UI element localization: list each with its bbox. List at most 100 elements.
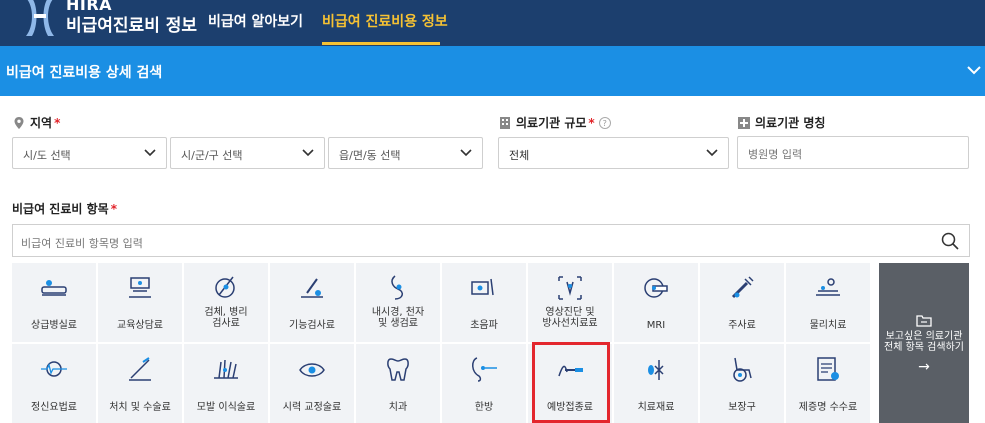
tile-function-test[interactable]: 기능검사료 <box>270 263 354 342</box>
sigungu-select[interactable]: 시/군/구 선택 <box>170 137 325 169</box>
institution-size-label-text: 의료기관 규모 <box>516 116 587 130</box>
material-icon <box>648 360 664 380</box>
bed-icon <box>41 280 67 296</box>
tile-label: MRI <box>646 320 666 331</box>
tile-vision-correction[interactable]: 시력 교정술료 <box>270 344 354 423</box>
items-search-placeholder: 비급여 진료비 항목명 입력 <box>21 237 143 250</box>
tile-education[interactable]: 교육상담료 <box>98 263 182 342</box>
chevron-down-icon <box>706 149 718 157</box>
tile-label: 보장구 <box>728 402 756 413</box>
institution-size-label: 의료기관 규모 * ? <box>498 114 611 131</box>
region-label-text: 지역 <box>30 116 53 130</box>
eye-icon <box>299 363 325 377</box>
required-mark: * <box>110 201 117 216</box>
tile-certificate-fee[interactable]: 제증명 수수료 <box>786 344 870 423</box>
nav-active-underline <box>322 42 440 45</box>
tile-label: 예방접종료 <box>547 402 593 413</box>
building-icon <box>500 116 510 129</box>
tile-label: 주사료 <box>728 320 756 331</box>
tile-dental[interactable]: 치과 <box>356 344 440 423</box>
location-pin-icon <box>14 116 24 129</box>
tile-oriental-medicine[interactable]: 한방 <box>442 344 526 423</box>
hair-icon <box>214 359 238 379</box>
sigungu-select-value: 시/군/구 선택 <box>181 149 243 162</box>
certificate-icon <box>817 357 839 381</box>
tile-psychotherapy[interactable]: 정신요법료 <box>12 344 96 423</box>
tile-assistive-device[interactable]: 보장구 <box>700 344 784 423</box>
tile-surgery[interactable]: 처치 및 수술료 <box>98 344 182 423</box>
tile-label: 치료재료 <box>637 402 675 413</box>
acupuncture-icon <box>472 357 497 382</box>
eupmyeondong-select[interactable]: 읍/면/동 선택 <box>328 137 483 169</box>
help-icon[interactable]: ? <box>598 116 611 129</box>
syringe-icon <box>731 276 754 299</box>
chevron-down-icon <box>144 149 156 157</box>
search-icon[interactable] <box>941 232 959 250</box>
detail-search-title: 비급여 진료비용 상세 검색 <box>6 65 163 81</box>
physical-therapy-icon <box>816 278 840 296</box>
items-label: 비급여 진료비 항목 * <box>12 200 117 217</box>
tile-label: 정신요법료 <box>31 402 77 413</box>
brain-wave-icon <box>41 361 67 377</box>
institution-name-input[interactable]: 병원명 입력 <box>737 136 969 169</box>
folder-icon <box>916 315 932 327</box>
tile-label: 영상진단 및 방사선치료료 <box>542 307 598 329</box>
nav-item-cost-info[interactable]: 비급여 진료비용 정보 <box>322 11 448 31</box>
nav-item-about[interactable]: 비급여 알아보기 <box>208 11 303 31</box>
tile-label: 물리치료 <box>809 320 847 331</box>
institution-name-label-text: 의료기관 명칭 <box>755 116 826 130</box>
tile-label: 치과 <box>388 402 408 413</box>
full-search-text: 보고싶은 의료기관 전체 항목 검색하기 <box>884 331 964 353</box>
tile-treatment-material[interactable]: 치료재료 <box>614 344 698 423</box>
imaging-icon <box>558 276 582 300</box>
tile-label: 기능검사료 <box>289 320 335 331</box>
tile-label: 교육상담료 <box>117 320 163 331</box>
hospital-sign-icon <box>738 116 750 129</box>
tile-label: 초음파 <box>470 320 498 331</box>
required-mark: * <box>54 115 61 130</box>
tile-label: 시력 교정술료 <box>282 402 342 413</box>
hira-logo-icon <box>26 0 54 36</box>
mri-icon <box>644 278 668 298</box>
chevron-down-icon <box>302 149 314 157</box>
tile-room-fee[interactable]: 상급병실료 <box>12 263 96 342</box>
specimen-icon <box>215 276 235 298</box>
items-search-input[interactable]: 비급여 진료비 항목명 입력 <box>12 224 970 257</box>
tile-imaging[interactable]: 영상진단 및 방사선치료료 <box>528 263 612 342</box>
tile-mri[interactable]: MRI <box>614 263 698 342</box>
detail-search-toggle[interactable]: 비급여 진료비용 상세 검색 <box>0 46 985 96</box>
tile-endoscope[interactable]: 내시경, 천자 및 생검료 <box>356 263 440 342</box>
items-label-text: 비급여 진료비 항목 <box>12 202 109 216</box>
tile-ultrasound[interactable]: 초음파 <box>442 263 526 342</box>
tile-vaccination[interactable]: 예방접종료 <box>528 344 612 423</box>
scalpel-icon <box>129 357 151 381</box>
full-search-button[interactable]: 보고싶은 의료기관 전체 항목 검색하기 → <box>879 263 969 423</box>
tile-injection[interactable]: 주사료 <box>700 263 784 342</box>
institution-name-label: 의료기관 명칭 <box>737 114 825 131</box>
region-label: 지역 * <box>12 114 60 131</box>
sido-select-value: 시/도 선택 <box>23 149 71 162</box>
tile-specimen[interactable]: 검체, 병리 검사료 <box>184 263 268 342</box>
tile-label: 상급병실료 <box>31 320 77 331</box>
tile-label: 제증명 수수료 <box>798 402 858 413</box>
eupmyeondong-select-value: 읍/면/동 선택 <box>339 149 401 162</box>
ultrasound-icon <box>471 278 494 296</box>
wheelchair-icon <box>733 357 752 382</box>
tile-label: 모발 이식술료 <box>196 402 256 413</box>
tile-label: 내시경, 천자 및 생검료 <box>371 307 425 329</box>
vaccine-icon <box>558 365 583 377</box>
consultation-icon <box>129 277 151 298</box>
tile-label: 검체, 병리 검사료 <box>204 307 248 329</box>
chevron-down-icon <box>460 149 472 157</box>
endoscope-icon <box>391 275 403 300</box>
tile-hair-transplant[interactable]: 모발 이식술료 <box>184 344 268 423</box>
tile-label: 한방 <box>474 402 494 413</box>
required-mark: * <box>588 115 595 130</box>
tile-physical-therapy[interactable]: 물리치료 <box>786 263 870 342</box>
institution-name-placeholder: 병원명 입력 <box>748 148 803 161</box>
chevron-down-icon[interactable] <box>966 62 982 78</box>
institution-size-select[interactable]: 전체 <box>498 137 729 169</box>
sido-select[interactable]: 시/도 선택 <box>12 137 167 169</box>
arrow-right-icon: → <box>918 359 930 375</box>
logo-title[interactable]: 비급여진료비 정보 <box>66 11 197 36</box>
